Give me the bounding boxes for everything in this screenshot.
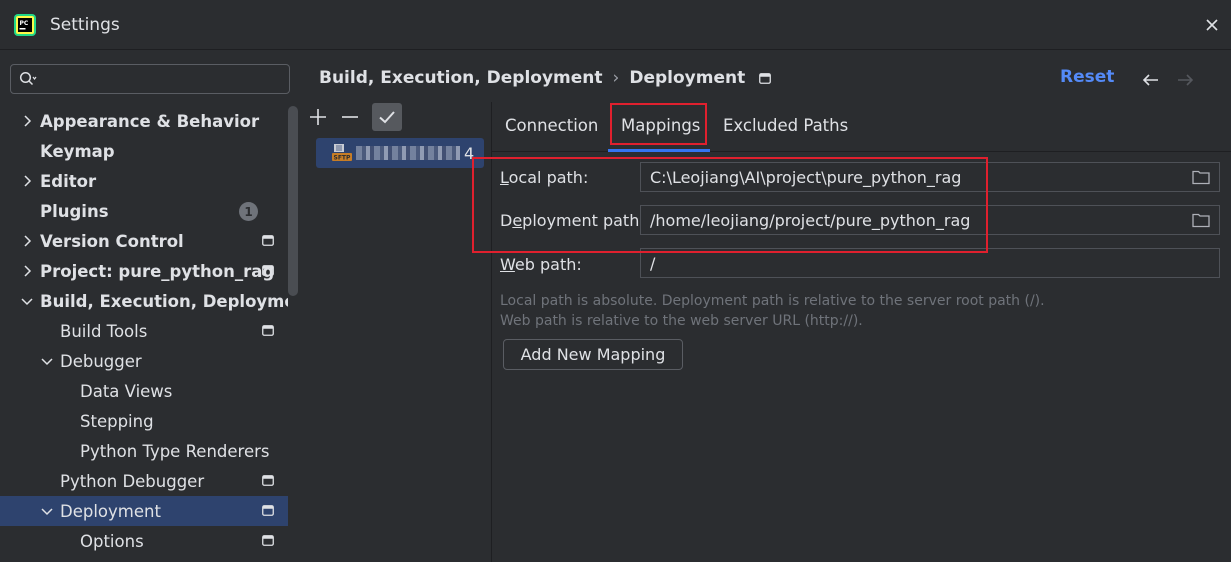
sidebar-item-build-execution-deployme[interactable]: Build, Execution, Deployme — [0, 286, 288, 316]
project-scope-icon — [262, 475, 274, 486]
path-hint-line-1: Local path is absolute. Deployment path … — [500, 293, 1045, 309]
svg-text:SFTP: SFTP — [334, 155, 352, 162]
checkmark-icon — [379, 111, 395, 124]
sidebar-scrollbar[interactable] — [288, 106, 298, 296]
chevron-right-icon[interactable] — [20, 174, 34, 188]
pycharm-logo-icon: PC — [14, 13, 36, 36]
close-button[interactable] — [1201, 14, 1223, 36]
sidebar-item-appearance-behavior[interactable]: Appearance & Behavior — [0, 106, 288, 136]
sidebar-item-label: Build, Execution, Deployme — [40, 291, 288, 311]
server-name-redacted — [356, 146, 460, 160]
folder-icon[interactable] — [1192, 169, 1210, 185]
sidebar-item-editor[interactable]: Editor — [0, 166, 288, 196]
sidebar-item-label: Python Type Renderers — [80, 441, 270, 461]
plus-icon — [310, 109, 326, 125]
sidebar-item-label: Keymap — [40, 141, 115, 161]
svg-text:PC: PC — [20, 20, 29, 27]
chevron-right-icon[interactable] — [20, 264, 34, 278]
tab-connection[interactable]: Connection — [505, 116, 598, 135]
sidebar-item-label: Data Views — [80, 381, 173, 401]
forward-arrow-icon — [1178, 74, 1194, 86]
chevron-down-icon[interactable] — [40, 504, 54, 518]
breadcrumb-current: Deployment — [629, 68, 746, 88]
sidebar-item-keymap[interactable]: Keymap — [0, 136, 288, 166]
sidebar-item-label: Editor — [40, 171, 97, 191]
sidebar-item-label: Build Tools — [60, 321, 148, 341]
update-count-badge: 1 — [239, 202, 258, 221]
breadcrumb: Build, Execution, Deployment › Deploymen… — [319, 66, 772, 90]
chevron-right-icon[interactable] — [20, 114, 34, 128]
title-bar: PC Settings — [0, 0, 1231, 50]
sidebar-item-data-views[interactable]: Data Views — [0, 376, 288, 406]
highlight-box-path-fields — [472, 157, 988, 253]
project-scope-icon — [262, 235, 274, 246]
sidebar-item-label: Options — [80, 531, 144, 551]
sidebar-item-python-type-renderers[interactable]: Python Type Renderers — [0, 436, 288, 466]
sidebar-item-version-control[interactable]: Version Control — [0, 226, 288, 256]
settings-tree: Appearance & Behavior Keymap Editor Plugins… — [0, 106, 288, 556]
settings-search[interactable] — [10, 64, 290, 94]
chevron-right-icon[interactable] — [20, 234, 34, 248]
project-scope-icon — [262, 325, 274, 336]
search-icon — [19, 71, 37, 86]
server-list-item[interactable]: SFTP 4 — [316, 138, 484, 168]
sidebar-item-options[interactable]: Options — [0, 526, 288, 556]
sidebar-item-build-tools[interactable]: Build Tools — [0, 316, 288, 346]
sidebar-item-stepping[interactable]: Stepping — [0, 406, 288, 436]
back-arrow-icon[interactable] — [1141, 70, 1161, 90]
search-input[interactable] — [43, 70, 273, 88]
path-hint-line-2: Web path is relative to the web server U… — [500, 313, 863, 329]
set-default-server-button[interactable] — [372, 103, 402, 131]
project-scope-icon — [262, 265, 274, 276]
breadcrumb-parent[interactable]: Build, Execution, Deployment — [319, 68, 603, 88]
sidebar-item-plugins[interactable]: Plugins 1 — [0, 196, 288, 226]
sidebar-item-deployment[interactable]: Deployment — [0, 496, 288, 526]
web-path-label: Web path: — [500, 255, 582, 274]
sidebar-item-python-debugger[interactable]: Python Debugger — [0, 466, 288, 496]
project-scope-icon — [759, 72, 772, 84]
add-server-button[interactable] — [304, 103, 332, 131]
add-new-mapping-button[interactable]: Add New Mapping — [503, 339, 683, 370]
window-title: Settings — [50, 14, 120, 35]
server-list-panel: SFTP 4 — [300, 102, 492, 562]
sidebar-item-label: Version Control — [40, 231, 184, 251]
sidebar-item-label: Deployment — [60, 501, 161, 521]
active-tab-indicator — [608, 149, 710, 152]
chevron-down-icon[interactable] — [40, 354, 54, 368]
deployment-tabs: Connection Mappings Excluded Paths — [492, 102, 1231, 152]
sidebar-item-debugger[interactable]: Debugger — [0, 346, 288, 376]
reset-link[interactable]: Reset — [1060, 67, 1114, 87]
project-scope-icon — [262, 535, 274, 546]
sidebar-item-label: Plugins — [40, 201, 109, 221]
folder-icon[interactable] — [1192, 212, 1210, 228]
close-icon — [1206, 19, 1218, 31]
sidebar-item-label: Python Debugger — [60, 471, 205, 491]
sidebar-item-label: Project: pure_python_rag — [40, 261, 275, 281]
tab-excluded-paths[interactable]: Excluded Paths — [723, 116, 848, 135]
remove-server-button[interactable] — [336, 103, 364, 131]
server-toolbar — [300, 102, 402, 132]
chevron-down-icon[interactable] — [20, 294, 34, 308]
project-scope-icon — [262, 505, 274, 516]
settings-sidebar: Appearance & Behavior Keymap Editor Plugins… — [0, 50, 300, 562]
breadcrumb-separator: › — [612, 68, 620, 88]
sidebar-item-label: Appearance & Behavior — [40, 111, 260, 131]
web-path-input[interactable] — [650, 253, 1170, 273]
settings-window: PC Settings Appearance & Behavior Keymap E… — [0, 0, 1231, 562]
sidebar-item-project-pure-python-rag[interactable]: Project: pure_python_rag — [0, 256, 288, 286]
sftp-icon: SFTP — [332, 144, 352, 162]
minus-icon — [342, 116, 358, 118]
sidebar-item-label: Debugger — [60, 351, 142, 371]
highlight-box-mappings-tab — [610, 103, 707, 145]
sidebar-item-label: Stepping — [80, 411, 154, 431]
